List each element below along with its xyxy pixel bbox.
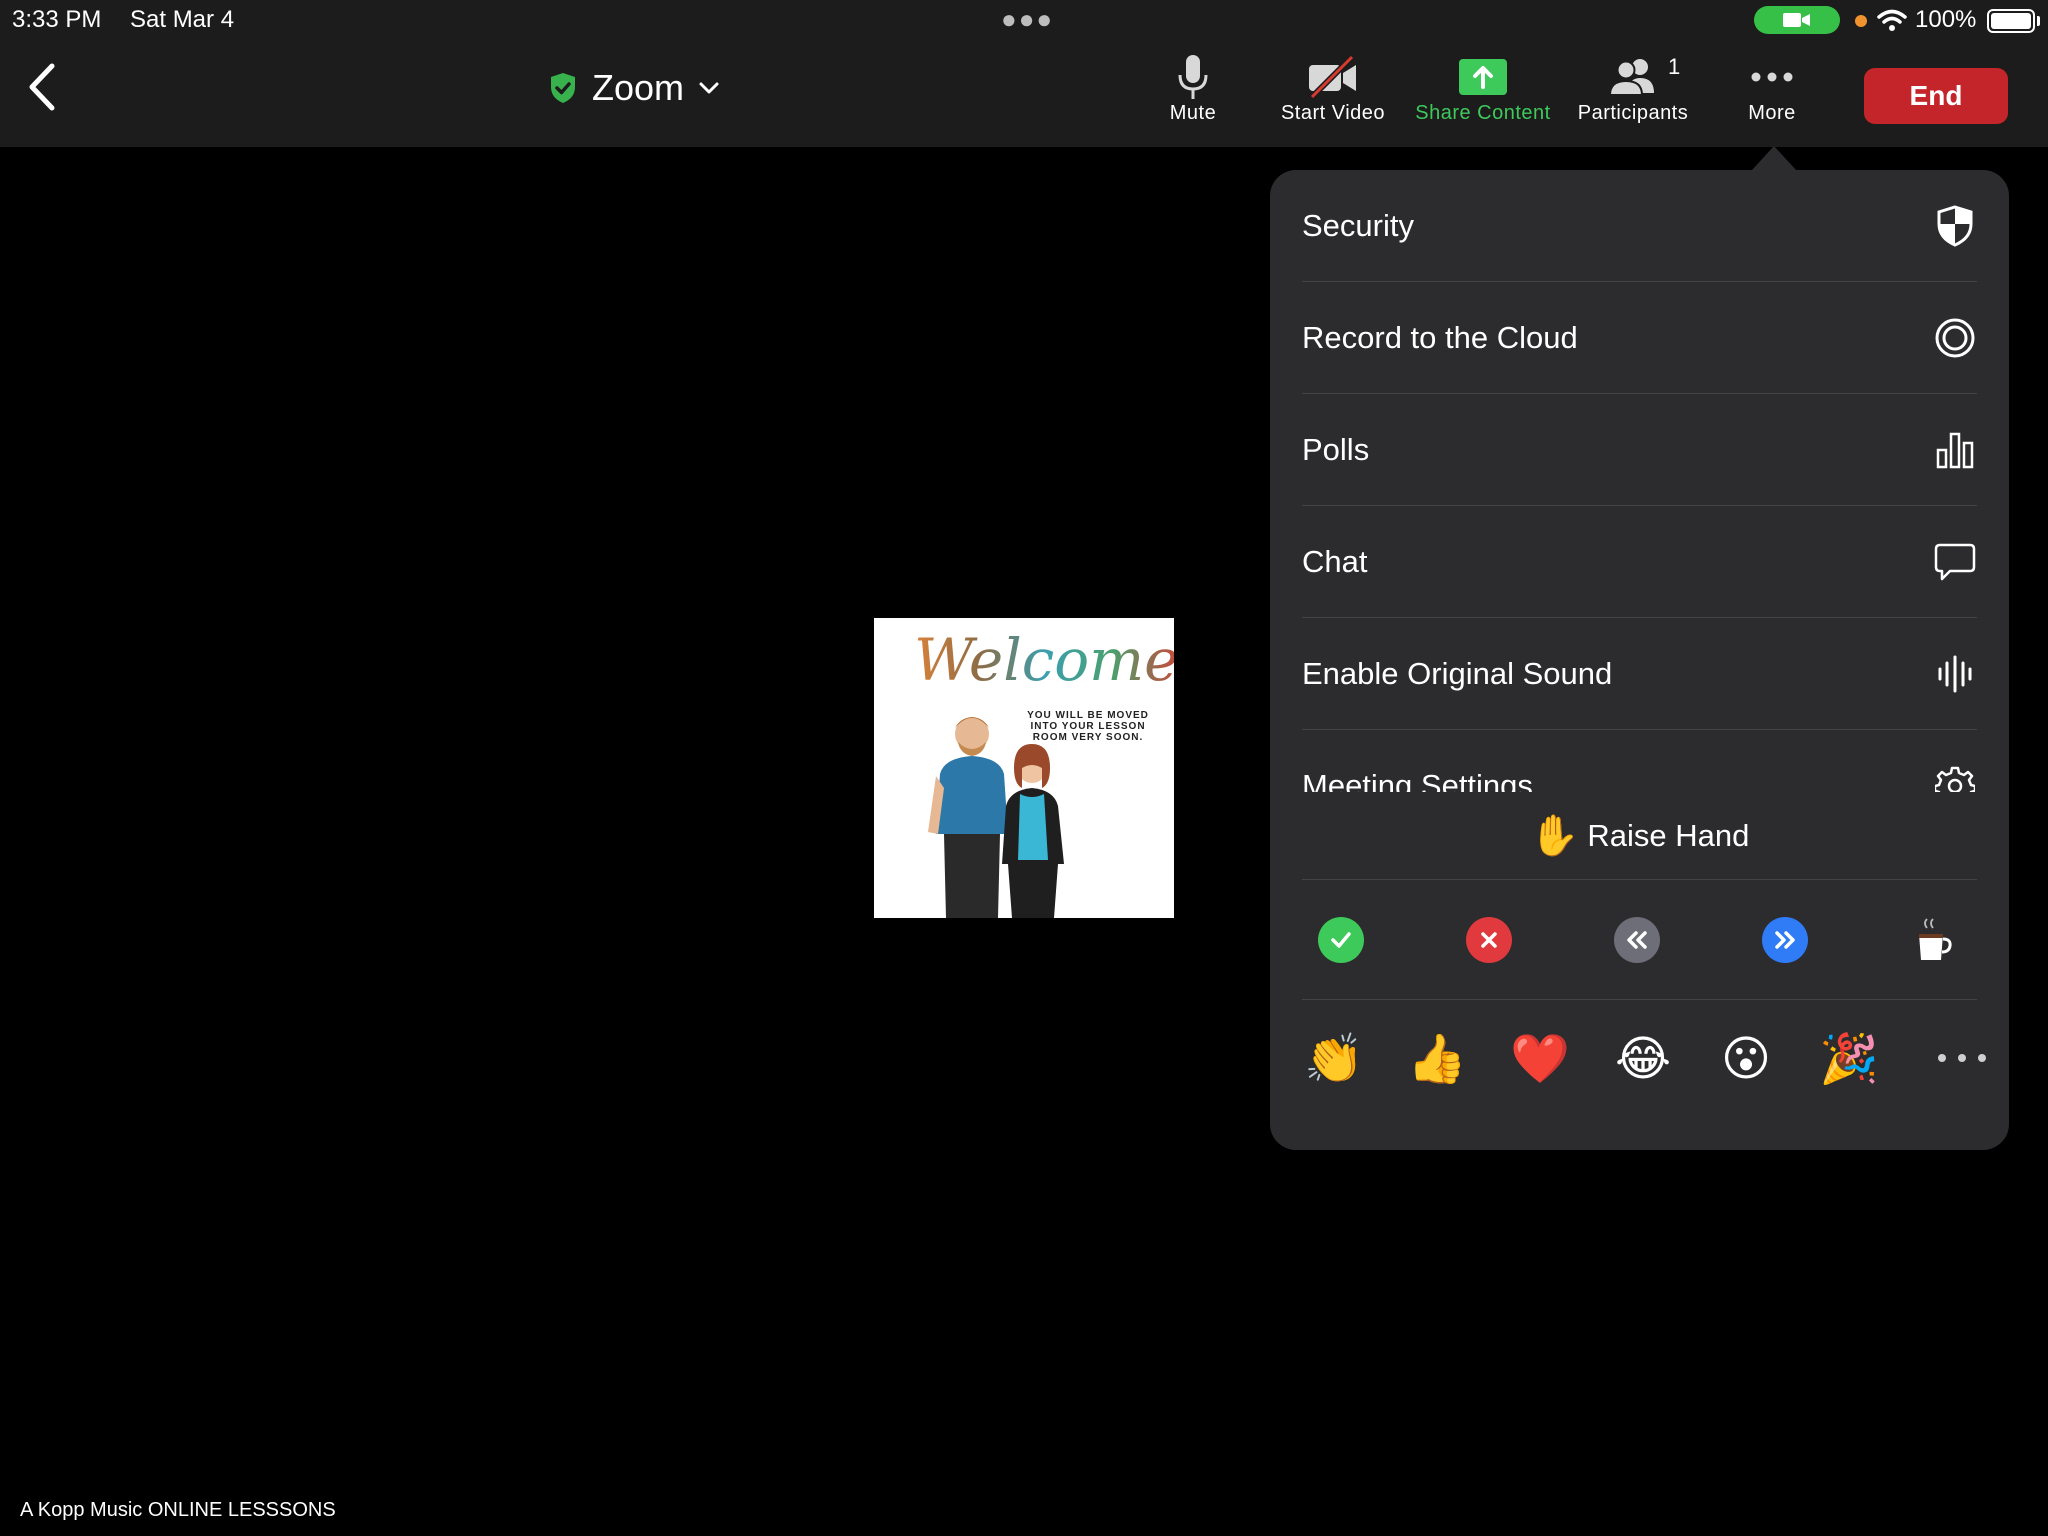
reaction-thumbs-up[interactable]: 👍	[1407, 1030, 1467, 1090]
menu-item-enable-original-sound[interactable]: Enable Original Sound	[1302, 618, 1977, 730]
reaction-heart[interactable]: ❤️	[1510, 1030, 1570, 1090]
mute-button[interactable]: Mute	[1158, 52, 1228, 136]
back-button[interactable]	[26, 62, 66, 112]
more-menu-popover: Security Record to the Cloud Polls Chat …	[1270, 170, 2009, 1150]
raise-hand-icon: ✋	[1529, 814, 1580, 858]
reaction-clap[interactable]: 👏	[1304, 1030, 1364, 1090]
microphone-in-use-dot	[1855, 15, 1867, 27]
menu-item-label: Record to the Cloud	[1302, 319, 1578, 355]
yes-feedback-button[interactable]	[1318, 917, 1364, 963]
coffee-cup-icon	[1919, 918, 1952, 960]
start-video-button[interactable]: Start Video	[1272, 52, 1394, 136]
battery-percentage: 100%	[1915, 6, 1977, 33]
menu-item-chat[interactable]: Chat	[1302, 506, 1977, 618]
share-content-button[interactable]: Share Content	[1408, 52, 1558, 136]
mute-label: Mute	[1169, 102, 1217, 124]
more-dots-icon	[1938, 1054, 1946, 1062]
top-bar: 3:33 PM Sat Mar 4 ●●● 100% Zoom Mute Sta…	[0, 0, 2048, 147]
battery-icon	[1987, 9, 2035, 33]
menu-item-label: Chat	[1302, 543, 1368, 579]
menu-item-security[interactable]: Security	[1302, 170, 1977, 282]
encryption-shield-icon	[551, 73, 575, 103]
status-date: Sat Mar 4	[130, 6, 235, 33]
menu-item-record-to-cloud[interactable]: Record to the Cloud	[1302, 282, 1977, 394]
participants-label: Participants	[1577, 102, 1689, 124]
reaction-tada[interactable]: 🎉	[1819, 1030, 1879, 1090]
chat-bubble-icon	[1934, 543, 1976, 580]
menu-arrow	[1752, 146, 1796, 170]
welcome-heading: Welcome	[914, 626, 1174, 694]
menu-item-polls[interactable]: Polls	[1302, 394, 1977, 506]
microphone-icon	[1178, 55, 1208, 99]
participants-icon	[1608, 59, 1654, 96]
meeting-info-button[interactable]: Zoom	[548, 64, 720, 112]
nonverbal-feedback-row	[1302, 880, 1977, 1000]
share-screen-icon	[1459, 59, 1507, 95]
teachers-illustration	[928, 717, 1064, 918]
chevron-down-icon	[699, 82, 719, 94]
reaction-joy[interactable]: 😂	[1613, 1030, 1673, 1090]
bar-chart-icon	[1936, 432, 1974, 468]
no-feedback-button[interactable]	[1466, 917, 1512, 963]
menu-item-label: Security	[1302, 207, 1414, 243]
gear-icon	[1935, 766, 1975, 792]
go-faster-button[interactable]	[1762, 917, 1808, 963]
end-meeting-button[interactable]: End	[1864, 68, 2008, 124]
participant-video-tile[interactable]: Welcome YOU WILL BE MOVED INTO YOUR LESS…	[874, 618, 1174, 918]
chevron-left-icon	[29, 63, 55, 111]
more-label: More	[1748, 102, 1796, 124]
menu-item-label: Polls	[1302, 431, 1370, 467]
multitasking-dots-icon[interactable]: ●●●	[1001, 4, 1054, 35]
menu-item-label: Meeting Settings	[1302, 767, 1533, 793]
raise-hand-button[interactable]: ✋ Raise Hand	[1302, 792, 1977, 880]
x-mark-icon	[1481, 932, 1497, 948]
shield-icon	[1937, 204, 1973, 247]
meeting-title: Zoom	[592, 67, 685, 108]
reactions-row: 👏 👍 ❤️ 😂 😮 🎉	[1302, 1000, 1986, 1120]
audio-wave-icon	[1938, 655, 1972, 692]
start-video-label: Start Video	[1280, 102, 1386, 124]
more-reactions-button[interactable]	[1938, 1048, 1986, 1068]
checkmark-icon	[1331, 932, 1351, 948]
record-icon	[1935, 318, 1975, 357]
wifi-icon	[1877, 9, 1907, 31]
menu-item-label: Enable Original Sound	[1302, 655, 1613, 691]
menu-item-meeting-settings[interactable]: Meeting Settings	[1302, 730, 1977, 792]
go-slower-button[interactable]	[1614, 917, 1660, 963]
rewind-icon	[1627, 931, 1647, 949]
fast-forward-icon	[1775, 931, 1795, 949]
more-dots-icon	[1751, 72, 1793, 82]
status-time: 3:33 PM	[12, 6, 102, 33]
meeting-name-label: A Kopp Music ONLINE LESSSONS	[20, 1499, 336, 1521]
camera-in-use-indicator	[1754, 6, 1840, 34]
participants-count-badge: 1	[1668, 54, 1681, 79]
share-content-label: Share Content	[1415, 102, 1551, 124]
reaction-open-mouth[interactable]: 😮	[1716, 1030, 1776, 1090]
camera-icon	[1783, 13, 1810, 27]
raise-hand-label: Raise Hand	[1587, 817, 1750, 853]
coffee-break-button[interactable]	[1910, 917, 1956, 963]
more-button[interactable]: More	[1740, 52, 1804, 136]
video-off-icon	[1309, 55, 1356, 99]
more-menu-list[interactable]: Security Record to the Cloud Polls Chat …	[1270, 170, 2009, 792]
